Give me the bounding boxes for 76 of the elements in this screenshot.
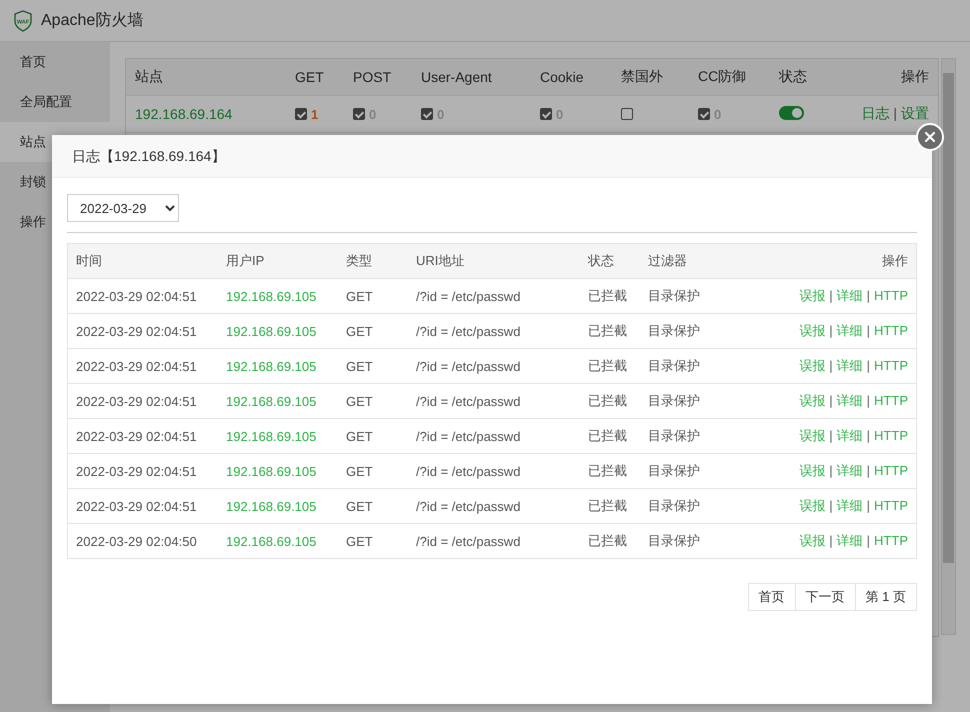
time-cell-text: 2022-03-29 02:04:51 <box>76 428 198 444</box>
separator: | <box>829 463 833 478</box>
type-cell-text: GET <box>346 288 374 304</box>
column-header: 状态 <box>779 68 808 86</box>
status-cell-text: 已拦截 <box>588 392 628 410</box>
column-header: CC防御 <box>698 68 748 86</box>
separator: | <box>866 498 870 513</box>
uri-cell-text: /?id = /etc/passwd <box>416 288 522 304</box>
type-cell-text: GET <box>346 324 374 338</box>
status-cell-text: 已拦截 <box>588 462 628 480</box>
separator: | <box>829 498 833 513</box>
uri-cell-text: /?id = /etc/passwd <box>416 394 522 408</box>
type-cell-text: GET <box>346 498 374 514</box>
column-header: 用户IP <box>226 252 266 270</box>
time-cell-text: 2022-03-29 02:04:51 <box>76 394 198 408</box>
separator: | <box>829 288 833 303</box>
column-header: 操作 <box>901 68 929 86</box>
status-cell-text: 已拦截 <box>588 357 628 375</box>
status-cell-text: 已拦截 <box>588 532 628 550</box>
column-header: 类型 <box>346 252 373 270</box>
uri-cell-text: /?id = /etc/passwd <box>416 534 522 548</box>
filter-cell-text: 目录保护 <box>648 287 701 305</box>
type-cell-text: GET <box>346 428 374 444</box>
filter-cell-text: 目录保护 <box>648 357 701 375</box>
separator: | <box>866 358 870 373</box>
uri-cell-text: /?id = /etc/passwd <box>416 464 522 478</box>
column-header: POST <box>353 69 392 85</box>
separator: | <box>829 393 833 408</box>
filter-cell-text: 目录保护 <box>648 322 701 340</box>
separator: | <box>829 533 833 548</box>
filter-cell-text: 目录保护 <box>648 392 701 410</box>
status-cell-text: 已拦截 <box>588 287 628 305</box>
time-cell-text: 2022-03-29 02:04:51 <box>76 464 198 478</box>
filter-cell-text: 目录保护 <box>648 497 701 515</box>
type-cell-text: GET <box>346 464 374 478</box>
separator: | <box>829 323 833 338</box>
filter-cell-text: 目录保护 <box>648 532 701 550</box>
type-cell-text: GET <box>346 358 374 374</box>
app-title: Apache防火墙 <box>41 10 144 31</box>
uri-cell-text: /?id = /etc/passwd <box>416 498 522 514</box>
type-cell-text: GET <box>346 394 374 408</box>
separator: | <box>829 428 833 443</box>
column-header: 过滤器 <box>648 252 688 270</box>
separator: | <box>893 105 897 121</box>
separator: | <box>866 428 870 443</box>
column-header: 禁国外 <box>621 68 664 86</box>
column-header: 操作 <box>882 252 908 270</box>
filter-cell-text: 目录保护 <box>648 427 701 445</box>
separator: | <box>829 358 833 373</box>
uri-cell-text: /?id = /etc/passwd <box>416 324 522 338</box>
status-cell-text: 已拦截 <box>588 497 628 515</box>
dialog-title: 日志【192.168.69.164】 <box>52 135 932 178</box>
separator: | <box>866 533 870 548</box>
separator: | <box>866 393 870 408</box>
time-cell-text: 2022-03-29 02:04:51 <box>76 324 198 338</box>
status-cell-text: 已拦截 <box>588 427 628 445</box>
hit-count: 1 <box>311 106 318 122</box>
column-header: User-Agent <box>421 69 493 85</box>
status-cell-text: 已拦截 <box>588 322 628 340</box>
column-header: GET <box>295 69 325 85</box>
separator: | <box>866 288 870 303</box>
column-header: Cookie <box>540 69 585 85</box>
filter-cell-text: 目录保护 <box>648 462 701 480</box>
time-cell-text: 2022-03-29 02:04:51 <box>76 288 198 304</box>
column-header: 站点 <box>135 68 164 86</box>
uri-cell-text: /?id = /etc/passwd <box>416 358 522 374</box>
separator: | <box>866 323 870 338</box>
time-cell-text: 2022-03-29 02:04:51 <box>76 358 198 374</box>
time-cell-text: 2022-03-29 02:04:51 <box>76 498 198 514</box>
type-cell-text: GET <box>346 534 374 548</box>
column-header: URI地址 <box>416 252 466 270</box>
column-header: 状态 <box>588 252 615 270</box>
time-cell-text: 2022-03-29 02:04:50 <box>76 534 198 548</box>
column-header: 时间 <box>76 252 103 270</box>
separator: | <box>866 463 870 478</box>
uri-cell-text: /?id = /etc/passwd <box>416 428 522 444</box>
